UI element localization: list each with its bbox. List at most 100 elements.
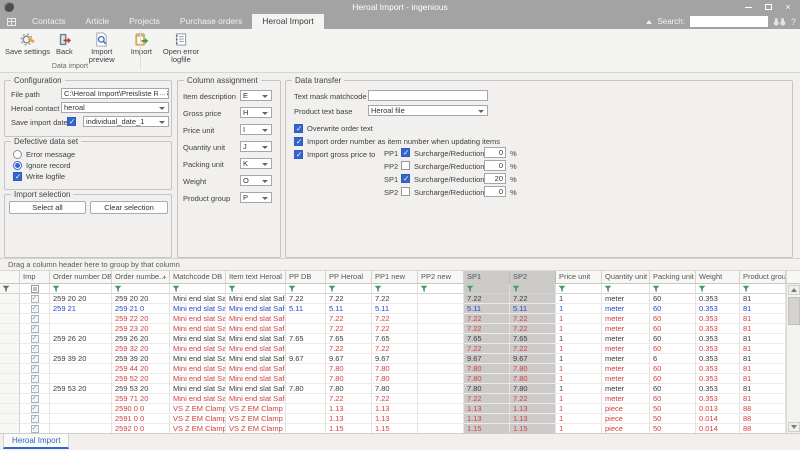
- filter-cell-prod_group[interactable]: [740, 284, 786, 294]
- open-error-logfile-button[interactable]: Open error logfile: [155, 31, 207, 64]
- column-header-pp_db[interactable]: PP DB: [286, 271, 326, 284]
- column-header-indicator[interactable]: [0, 271, 20, 284]
- table-row[interactable]: 259 52 20Mini end slat SafeMini end slat…: [0, 374, 786, 384]
- imp-filter-checkbox[interactable]: [31, 285, 39, 293]
- table-row[interactable]: 259 44 20Mini end slat SafeMini end slat…: [0, 364, 786, 374]
- filter-cell-pp1_new[interactable]: [372, 284, 418, 294]
- filter-cell-pp_heroal[interactable]: [326, 284, 372, 294]
- tab-purchase-orders[interactable]: Purchase orders: [170, 14, 252, 29]
- text-mask-input[interactable]: [368, 90, 488, 101]
- packing-unit-column-select[interactable]: K: [240, 158, 272, 169]
- filter-cell-pp_db[interactable]: [286, 284, 326, 294]
- tab-article[interactable]: Article: [76, 14, 120, 29]
- filter-cell-sp1[interactable]: [464, 284, 510, 294]
- item-description-column-select[interactable]: E: [240, 90, 272, 101]
- save-settings-button[interactable]: Save settings: [2, 31, 53, 56]
- filter-cell-qty_unit[interactable]: [602, 284, 650, 294]
- table-row[interactable]: 259 71 20Mini end slat SafeMini end slat…: [0, 394, 786, 404]
- column-header-sp1[interactable]: SP1: [464, 271, 510, 284]
- write-logfile-checkbox[interactable]: [13, 172, 22, 181]
- row-import-checkbox[interactable]: [31, 415, 39, 423]
- table-row[interactable]: 259 26 20259 26 20Mini end slat Saf...Mi…: [0, 334, 786, 344]
- filter-cell-pp2_new[interactable]: [418, 284, 464, 294]
- row-import-checkbox[interactable]: [31, 305, 39, 313]
- filter-cell-order_new[interactable]: [112, 284, 170, 294]
- import-gross-price-to-checkbox[interactable]: [294, 150, 303, 159]
- filter-cell-itemtext[interactable]: [226, 284, 286, 294]
- column-header-prod_group[interactable]: Product group: [740, 271, 786, 284]
- column-header-price_unit[interactable]: Price unit: [556, 271, 602, 284]
- sp2-surcharge-input[interactable]: 0: [484, 186, 506, 197]
- table-row[interactable]: 259 53 20259 53 20Mini end slat Saf...Mi…: [0, 384, 786, 394]
- column-header-imp[interactable]: Imp: [20, 271, 50, 284]
- collapse-ribbon-icon[interactable]: [646, 20, 652, 24]
- column-header-pp1_new[interactable]: PP1 new: [372, 271, 418, 284]
- scroll-down-button[interactable]: [788, 422, 800, 432]
- overwrite-order-text-checkbox[interactable]: [294, 124, 303, 133]
- row-import-checkbox[interactable]: [31, 315, 39, 323]
- pp2-surcharge-input[interactable]: 0: [484, 160, 506, 171]
- filter-cell-imp[interactable]: [20, 284, 50, 294]
- sp2-checkbox[interactable]: [401, 187, 410, 196]
- row-import-checkbox[interactable]: [31, 425, 39, 433]
- tab-contacts[interactable]: Contacts: [22, 14, 76, 29]
- row-import-checkbox[interactable]: [31, 375, 39, 383]
- group-by-panel[interactable]: Drag a column header here to group by th…: [0, 259, 800, 271]
- table-row[interactable]: 259 23 20Mini end slat SafeMini end slat…: [0, 324, 786, 334]
- file-path-input[interactable]: C:\Heroal Import\Preisliste RSR 102671I …: [61, 88, 169, 99]
- column-header-matchcode[interactable]: Matchcode DB: [170, 271, 226, 284]
- sp1-checkbox[interactable]: [401, 174, 410, 183]
- table-row[interactable]: 2592 0 0VS Z EM Clamp a...VS Z EM Clamp …: [0, 424, 786, 433]
- help-icon[interactable]: ?: [791, 17, 796, 27]
- column-header-pack_unit[interactable]: Packing unit: [650, 271, 696, 284]
- row-import-checkbox[interactable]: [31, 325, 39, 333]
- filter-cell-weight[interactable]: [696, 284, 740, 294]
- product-group-column-select[interactable]: P: [240, 192, 272, 203]
- pp1-surcharge-input[interactable]: 0: [484, 147, 506, 158]
- column-header-order_db[interactable]: Order number DB: [50, 271, 112, 284]
- table-row[interactable]: 2590 0 0VS Z EM Clamp a...VS Z EM Clamp …: [0, 404, 786, 414]
- filter-cell-pack_unit[interactable]: [650, 284, 696, 294]
- import-button[interactable]: Import: [128, 31, 155, 56]
- filter-funnel-icon[interactable]: [0, 284, 20, 294]
- row-import-checkbox[interactable]: [31, 405, 39, 413]
- close-button[interactable]: ×: [778, 0, 798, 14]
- scrollbar-thumb[interactable]: [788, 297, 800, 325]
- search-input[interactable]: [690, 16, 768, 27]
- save-import-date-checkbox[interactable]: [67, 117, 76, 126]
- pp1-checkbox[interactable]: [401, 148, 410, 157]
- price-unit-column-select[interactable]: I: [240, 124, 272, 135]
- table-row[interactable]: 259 22 20Mini end slat SafeMini end slat…: [0, 314, 786, 324]
- application-menu-button[interactable]: [0, 14, 22, 29]
- binoculars-icon[interactable]: [773, 17, 786, 27]
- filter-cell-sp2[interactable]: [510, 284, 556, 294]
- import-preview-button[interactable]: Import preview: [76, 31, 128, 64]
- table-row[interactable]: 259 39 20259 39 20Mini end slat Saf...Mi…: [0, 354, 786, 364]
- column-header-order_new[interactable]: Order numbe...▲: [112, 271, 170, 284]
- column-header-pp_heroal[interactable]: PP Heroal: [326, 271, 372, 284]
- minimize-button[interactable]: [738, 0, 758, 14]
- row-import-checkbox[interactable]: [31, 385, 39, 393]
- document-tab-heroal-import[interactable]: Heroal Import: [3, 434, 69, 449]
- row-import-checkbox[interactable]: [31, 345, 39, 353]
- table-row[interactable]: 2591 0 0VS Z EM Clamp a...VS Z EM Clamp …: [0, 414, 786, 424]
- product-text-base-select[interactable]: Heroal file: [368, 105, 488, 116]
- pp2-checkbox[interactable]: [401, 161, 410, 170]
- heroal-contact-select[interactable]: heroal: [61, 102, 169, 113]
- column-header-qty_unit[interactable]: Quantity unit: [602, 271, 650, 284]
- scroll-up-button[interactable]: [788, 285, 800, 295]
- column-header-weight[interactable]: Weight: [696, 271, 740, 284]
- tab-projects[interactable]: Projects: [119, 14, 170, 29]
- row-import-checkbox[interactable]: [31, 395, 39, 403]
- error-message-radio[interactable]: [13, 150, 22, 159]
- select-all-button[interactable]: Select all: [9, 201, 86, 214]
- tab-heroal-import[interactable]: Heroal Import: [252, 14, 324, 29]
- row-import-checkbox[interactable]: [31, 355, 39, 363]
- row-import-checkbox[interactable]: [31, 295, 39, 303]
- clear-selection-button[interactable]: Clear selection: [90, 201, 168, 214]
- maximize-button[interactable]: [758, 0, 778, 14]
- gross-price-column-select[interactable]: H: [240, 107, 272, 118]
- quantity-unit-column-select[interactable]: J: [240, 141, 272, 152]
- filter-cell-order_db[interactable]: [50, 284, 112, 294]
- column-header-pp2_new[interactable]: PP2 new: [418, 271, 464, 284]
